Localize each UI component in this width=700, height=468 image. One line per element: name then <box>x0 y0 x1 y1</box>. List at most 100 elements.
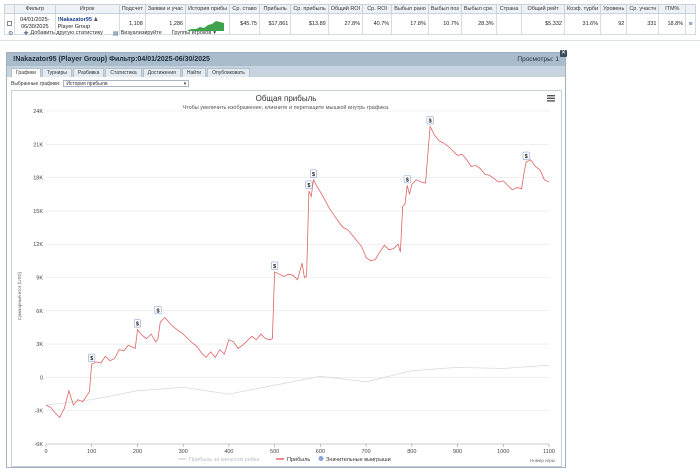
tab-find[interactable]: Найти <box>181 68 207 77</box>
big-win-marker[interactable]: $ <box>154 306 162 314</box>
chart-icon: ▤ <box>112 30 119 37</box>
cell-itm: 18.8% <box>658 13 687 35</box>
visualize-label: Визуализируйте <box>120 30 162 36</box>
y-axis-ticks: -6K -3K 0 3K 6K 9K 12K 15K 18K 21K 24K <box>33 109 43 448</box>
add-stat-button[interactable]: ✚ Добавить другую статистику <box>23 30 103 37</box>
close-icon[interactable]: ✕ <box>560 50 567 57</box>
col-header-late[interactable]: Выбыл поз <box>427 4 462 14</box>
tab-charts[interactable]: Графики <box>11 68 41 77</box>
cell-level: 92 <box>600 13 628 35</box>
row-checkbox[interactable] <box>7 20 12 26</box>
player-panel: ✕ !Nakazator95 (Player Group) Фильтр:04/… <box>6 50 567 468</box>
y-tick-label: 6K <box>36 309 43 315</box>
legend-item-profit[interactable]: Прибыль <box>276 457 310 463</box>
series-line[interactable] <box>45 125 550 419</box>
x-tick-label: 700 <box>361 449 370 455</box>
player-groups-dropdown[interactable]: Группы игроков ▾ <box>172 30 216 36</box>
svg-text:$: $ <box>90 356 93 362</box>
cell-total-roi: 27.8% <box>327 13 364 35</box>
tab-breakdown[interactable]: Разбивка <box>72 68 105 77</box>
col-header-rating[interactable]: Общий рейт <box>521 4 565 14</box>
x-tick-label: 100 <box>87 449 96 455</box>
big-win-marker[interactable]: $ <box>305 180 313 189</box>
col-header-profit[interactable]: Прибыль <box>258 4 292 14</box>
big-win-marker[interactable]: $ <box>310 169 318 178</box>
y-tick-label: 18K <box>33 176 43 182</box>
series-line[interactable] <box>45 364 550 406</box>
x-axis-label: Номер игры <box>530 458 555 463</box>
cell-rating: $5,332 <box>521 13 565 35</box>
cell-country <box>495 13 523 35</box>
chart-container[interactable]: Общая прибыль Чтобы увеличить изображени… <box>11 90 562 467</box>
col-header-avg-stake[interactable]: Ср. ставо <box>229 4 260 14</box>
cell-profit: $17,861 <box>258 13 292 35</box>
svg-text:$: $ <box>429 119 432 125</box>
cell-avg-stake: $45.75 <box>229 13 260 35</box>
x-tick-label: 1000 <box>497 449 509 455</box>
big-win-markers: $ $ $ $ $ $ $ $ $ <box>88 116 530 362</box>
col-header-history[interactable]: История прибы <box>185 4 231 14</box>
settings-icon[interactable]: ⚙ <box>8 30 13 37</box>
chevron-down-icon: ▾ <box>213 30 217 36</box>
big-win-marker[interactable]: $ <box>271 261 279 270</box>
big-win-marker[interactable]: $ <box>426 116 434 125</box>
x-tick-label: 300 <box>179 449 188 455</box>
col-header-turbo[interactable]: Коэф. турби <box>563 4 602 14</box>
cell-turbo: 31.6% <box>563 13 602 35</box>
chart-subtitle: Чтобы увеличить изображение, кликните и … <box>182 104 390 111</box>
player-name-link[interactable]: !Nakazator95 <box>58 17 92 23</box>
y-tick-label: 24K <box>33 109 43 115</box>
cell-mid: 28.3% <box>460 13 497 35</box>
col-header-country[interactable]: Страна <box>495 4 523 14</box>
svg-text:$: $ <box>273 264 276 270</box>
chart-selector-row: Выбранные графики: История прибыли ▾ <box>7 79 565 88</box>
big-win-marker[interactable]: $ <box>403 175 411 183</box>
col-header-avg-roi[interactable]: Ср. ROI <box>362 4 393 14</box>
chart-select[interactable]: История прибыли ▾ <box>63 80 190 87</box>
col-header-mid[interactable]: Выбыл сре. <box>460 4 497 14</box>
select-col-header <box>4 4 15 14</box>
col-header-count[interactable]: Подсчет <box>118 4 146 14</box>
big-win-marker[interactable]: $ <box>133 319 141 328</box>
y-tick-label: 9K <box>36 276 43 282</box>
legend-item-big-wins[interactable]: Значительные выигрыши <box>318 456 391 463</box>
col-header-player[interactable]: Игрок <box>54 4 120 14</box>
chevron-down-icon: ▾ <box>183 81 187 87</box>
col-header-entries[interactable]: Заявки и учас <box>144 4 187 14</box>
col-header-total-roi[interactable]: Общий ROI <box>327 4 364 14</box>
y-tick-label: 12K <box>33 242 43 248</box>
toolbar: ⚙ ✚ Добавить другую статистику ▤ Визуали… <box>8 29 216 37</box>
hamburger-menu-icon[interactable] <box>547 95 555 102</box>
chart-legend: Прибыль за минусом рейка Прибыль Значите… <box>178 456 391 463</box>
x-axis-ticks: 0 100 200 300 400 500 600 700 800 900 1000 1100 <box>44 444 555 455</box>
tab-statistics[interactable]: Статистика <box>105 68 142 77</box>
legend-item-net-profit[interactable]: Прибыль за минусом рейка <box>178 456 260 463</box>
cell-avg-roi: 40.7% <box>362 13 393 35</box>
visualize-button[interactable]: ▤ Визуализируйте <box>113 30 162 37</box>
tab-tournaments[interactable]: Турниры <box>41 68 72 77</box>
col-header-itm[interactable]: ITM% <box>658 4 687 14</box>
x-tick-label: 1100 <box>543 449 555 455</box>
cell-avg-profit: $13.89 <box>290 13 329 35</box>
cell-early: 17.8% <box>391 13 429 35</box>
chart-title: Общая прибыль <box>256 94 317 103</box>
tab-publish[interactable]: Опубликовать <box>207 68 250 77</box>
col-header-avg-field[interactable]: Ср. участн <box>626 4 660 14</box>
player-groups-label: Группы игроков <box>171 30 212 36</box>
col-header-level[interactable]: Уровень <box>600 4 628 14</box>
col-header-filter[interactable]: Фильтр <box>14 4 56 14</box>
y-tick-label: -6K <box>34 442 43 448</box>
row-menu-cell[interactable]: ≡ <box>685 13 696 35</box>
panel-title: !Nakazator95 (Player Group) Фильтр:04/01… <box>13 56 210 63</box>
row-menu-icon[interactable]: ≡ <box>689 21 693 28</box>
col-header-avg-profit[interactable]: Ср. прибыль <box>290 4 329 14</box>
user-icon: ♟ <box>93 17 99 23</box>
cell-avg-field: 331 <box>626 13 660 35</box>
big-win-marker[interactable]: $ <box>88 353 96 362</box>
profit-chart[interactable]: Общая прибыль Чтобы увеличить изображени… <box>12 91 561 466</box>
views-count: Просмотры: 1 <box>517 56 559 63</box>
add-icon: ✚ <box>23 30 29 37</box>
big-win-marker[interactable]: $ <box>522 151 530 160</box>
tab-achievements[interactable]: Достижения <box>142 68 181 77</box>
col-header-early[interactable]: Выбыл рано <box>391 4 429 14</box>
